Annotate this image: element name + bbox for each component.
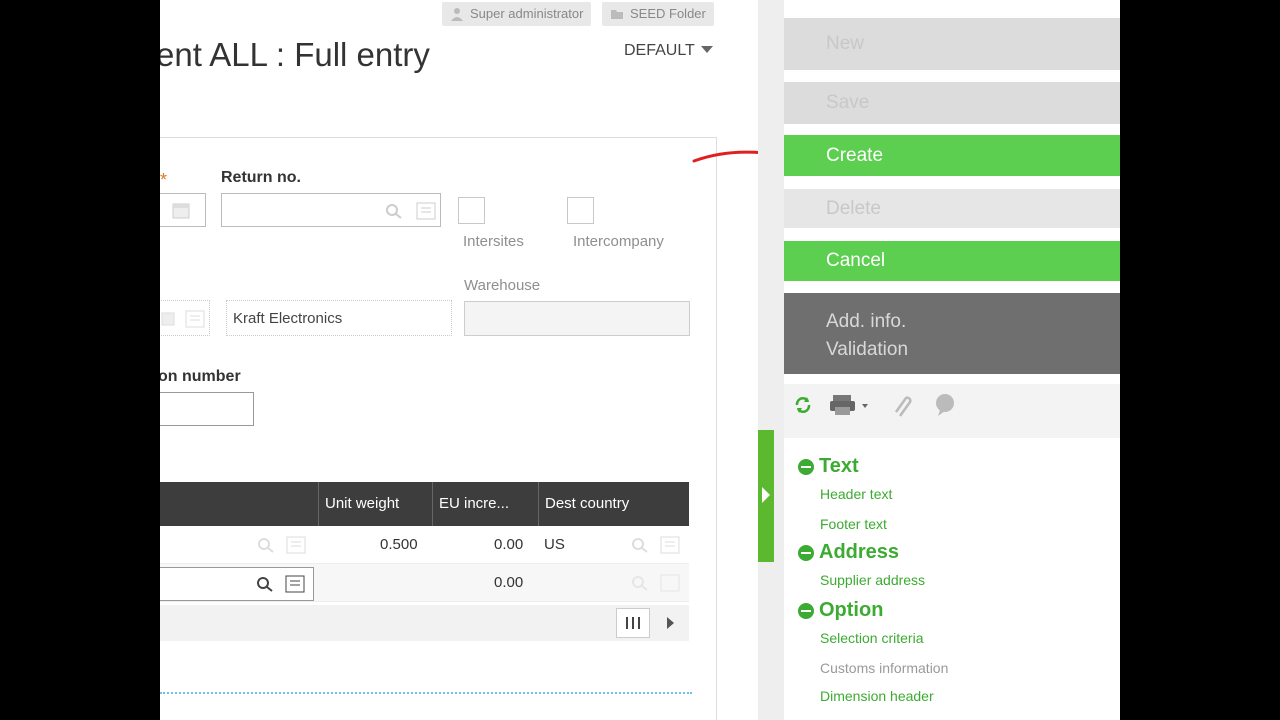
folder-label: SEED Folder [630, 6, 706, 21]
create-button[interactable]: Create [784, 135, 1120, 176]
required-mark: * [160, 170, 168, 190]
scroll-right-icon[interactable] [664, 615, 676, 631]
chevron-right-icon [762, 487, 770, 503]
warehouse-input[interactable] [464, 301, 690, 336]
date-field[interactable] [160, 193, 206, 227]
link-selection-criteria[interactable]: Selection criteria [820, 630, 924, 646]
panel-toggle[interactable] [758, 430, 774, 562]
table-row[interactable]: 0.500 0.00 US [160, 526, 689, 564]
toolbar [784, 384, 1120, 438]
collapse-icon[interactable] [798, 603, 814, 619]
column-dest-country[interactable]: Dest country [538, 482, 689, 526]
section-option-label: Option [819, 599, 884, 621]
list-icon[interactable] [285, 575, 305, 593]
cancel-button[interactable]: Cancel [784, 241, 1120, 281]
validation-label: Validation [826, 339, 909, 360]
add-info-validation-button[interactable]: Add. info. Validation [784, 293, 1120, 374]
warehouse-label: Warehouse [464, 277, 541, 294]
list-icon[interactable] [660, 574, 680, 592]
search-icon[interactable] [630, 574, 650, 592]
intercompany-label: Intercompany [573, 233, 664, 250]
column-eu-incre[interactable]: EU incre... [432, 482, 538, 526]
save-button[interactable]: Save [784, 82, 1120, 124]
collapse-icon[interactable] [798, 545, 814, 561]
delete-button[interactable]: Delete [784, 189, 1120, 228]
divider [160, 692, 692, 694]
section-text-title[interactable]: Text [798, 455, 859, 478]
partial-field-input[interactable] [160, 392, 254, 426]
column-unit-weight[interactable]: Unit weight [318, 482, 432, 526]
grid-header: Unit weight EU incre... Dest country [160, 482, 689, 526]
search-icon[interactable] [256, 536, 276, 554]
section-address-label: Address [819, 541, 900, 563]
print-icon[interactable] [830, 392, 872, 418]
add-info-label: Add. info. [826, 311, 907, 332]
list-icon[interactable] [185, 310, 205, 328]
view-selector[interactable]: DEFAULT [624, 42, 713, 60]
screen: Super administrator SEED Folder ent ALL … [160, 0, 1120, 720]
intercompany-checkbox[interactable] [567, 197, 594, 224]
user-icon [451, 8, 463, 21]
list-icon[interactable] [286, 536, 306, 554]
intersites-label: Intersites [463, 233, 524, 250]
section-option-title[interactable]: Option [798, 599, 883, 622]
supplier-code-field[interactable] [160, 300, 210, 336]
table-row[interactable]: 0.00 [160, 564, 689, 602]
list-icon[interactable] [416, 202, 436, 220]
grid-footer [160, 605, 689, 641]
link-customs-information[interactable]: Customs information [820, 660, 948, 676]
folder-badge[interactable]: SEED Folder [602, 2, 714, 26]
return-no-input[interactable] [221, 193, 441, 227]
search-icon[interactable] [255, 575, 275, 593]
calendar-icon[interactable] [171, 202, 191, 220]
attach-icon[interactable] [890, 392, 914, 418]
list-icon[interactable] [660, 536, 680, 554]
intersites-checkbox[interactable] [458, 197, 485, 224]
link-header-text[interactable]: Header text [820, 486, 892, 502]
view-selector-label: DEFAULT [624, 42, 695, 59]
copy-icon[interactable] [160, 310, 179, 328]
search-icon[interactable] [630, 536, 650, 554]
user-role-badge[interactable]: Super administrator [442, 2, 592, 26]
dest-country-cell[interactable]: US [544, 536, 565, 553]
section-text-label: Text [819, 455, 859, 477]
grid-edit-cell[interactable] [160, 567, 314, 601]
supplier-name-field[interactable]: Kraft Electronics [226, 300, 452, 336]
column-settings-icon[interactable] [616, 608, 650, 638]
search-icon[interactable] [384, 202, 404, 220]
refresh-icon[interactable] [792, 394, 814, 416]
link-supplier-address[interactable]: Supplier address [820, 572, 925, 588]
user-role-label: Super administrator [470, 6, 584, 21]
folder-icon [611, 10, 623, 19]
link-dimension-header[interactable]: Dimension header [820, 688, 934, 704]
eu-incre-cell[interactable]: 0.00 [494, 536, 523, 553]
return-no-label: Return no. [221, 169, 301, 186]
eu-incre-cell[interactable]: 0.00 [494, 574, 523, 591]
collapse-icon[interactable] [798, 459, 814, 475]
unit-weight-cell[interactable]: 0.500 [380, 536, 418, 553]
comment-icon[interactable] [932, 392, 958, 418]
chevron-down-icon [700, 46, 713, 53]
section-address-title[interactable]: Address [798, 541, 899, 564]
new-button[interactable]: New [784, 18, 1120, 70]
panel-splitter[interactable] [758, 0, 784, 720]
page-title: ent ALL : Full entry [160, 36, 430, 73]
link-footer-text[interactable]: Footer text [820, 516, 887, 532]
partial-field-label: on number [160, 368, 241, 385]
